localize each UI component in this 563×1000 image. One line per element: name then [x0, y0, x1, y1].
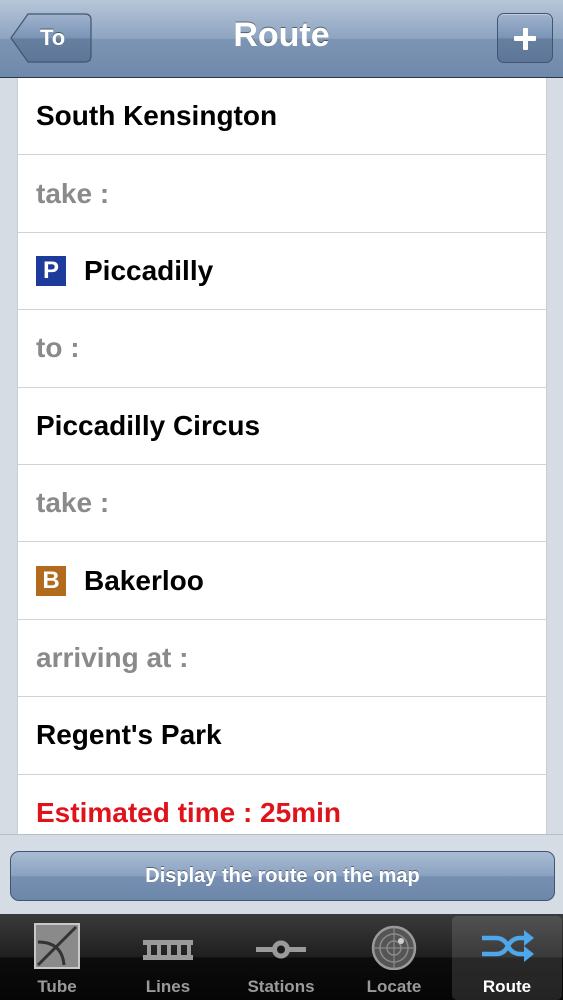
- take-label-row: take :: [18, 465, 546, 543]
- tab-label: Lines: [145, 977, 191, 996]
- route-list: South Kensington take : P Piccadilly to …: [17, 78, 547, 834]
- action-area: Display the route on the map: [0, 834, 563, 915]
- take-label: take :: [36, 487, 110, 519]
- tab-route[interactable]: Route: [452, 916, 562, 1000]
- add-button[interactable]: [497, 13, 553, 63]
- tab-lines[interactable]: Lines: [113, 916, 223, 1000]
- line-row-piccadilly[interactable]: P Piccadilly: [18, 233, 546, 311]
- tab-locate[interactable]: Locate: [339, 916, 449, 1000]
- change-station-row[interactable]: Piccadilly Circus: [18, 388, 546, 465]
- line-name: Piccadilly: [84, 254, 214, 286]
- page-title: Route: [233, 16, 330, 54]
- lines-icon: [113, 922, 223, 970]
- tab-bar: Tube Lines Stations Locate Route: [0, 914, 563, 1000]
- tab-label: Tube: [37, 977, 77, 996]
- estimated-time-row: Estimated time : 25min: [18, 775, 546, 834]
- tab-label: Route: [482, 977, 532, 996]
- destination-station: Regent's Park: [36, 719, 222, 751]
- origin-station: South Kensington: [36, 100, 278, 132]
- shuffle-route-icon: [452, 922, 562, 970]
- take-label-row: take :: [18, 155, 546, 233]
- tube-map-icon: [2, 922, 112, 970]
- to-label-row: to :: [18, 310, 546, 388]
- tab-stations[interactable]: Stations: [226, 916, 336, 1000]
- change-station: Piccadilly Circus: [36, 409, 261, 441]
- radar-icon: [339, 922, 449, 971]
- navigation-bar: To Route: [0, 0, 563, 78]
- arriving-label: arriving at :: [36, 641, 189, 673]
- line-name: Bakerloo: [84, 564, 204, 596]
- tab-label: Locate: [366, 977, 422, 996]
- line-badge-icon: B: [36, 565, 66, 596]
- line-row-bakerloo[interactable]: B Bakerloo: [18, 542, 546, 620]
- arriving-label-row: arriving at :: [18, 620, 546, 698]
- estimated-time: Estimated time : 25min: [36, 797, 341, 829]
- tab-label: Stations: [247, 977, 315, 996]
- station-icon: [226, 922, 336, 970]
- take-label: take :: [36, 177, 110, 209]
- to-label: to :: [36, 332, 80, 364]
- tab-tube[interactable]: Tube: [2, 916, 112, 1000]
- line-badge-icon: P: [36, 255, 66, 286]
- origin-station-row[interactable]: South Kensington: [18, 78, 546, 156]
- destination-station-row[interactable]: Regent's Park: [18, 697, 546, 775]
- display-route-on-map-button[interactable]: Display the route on the map: [10, 851, 555, 901]
